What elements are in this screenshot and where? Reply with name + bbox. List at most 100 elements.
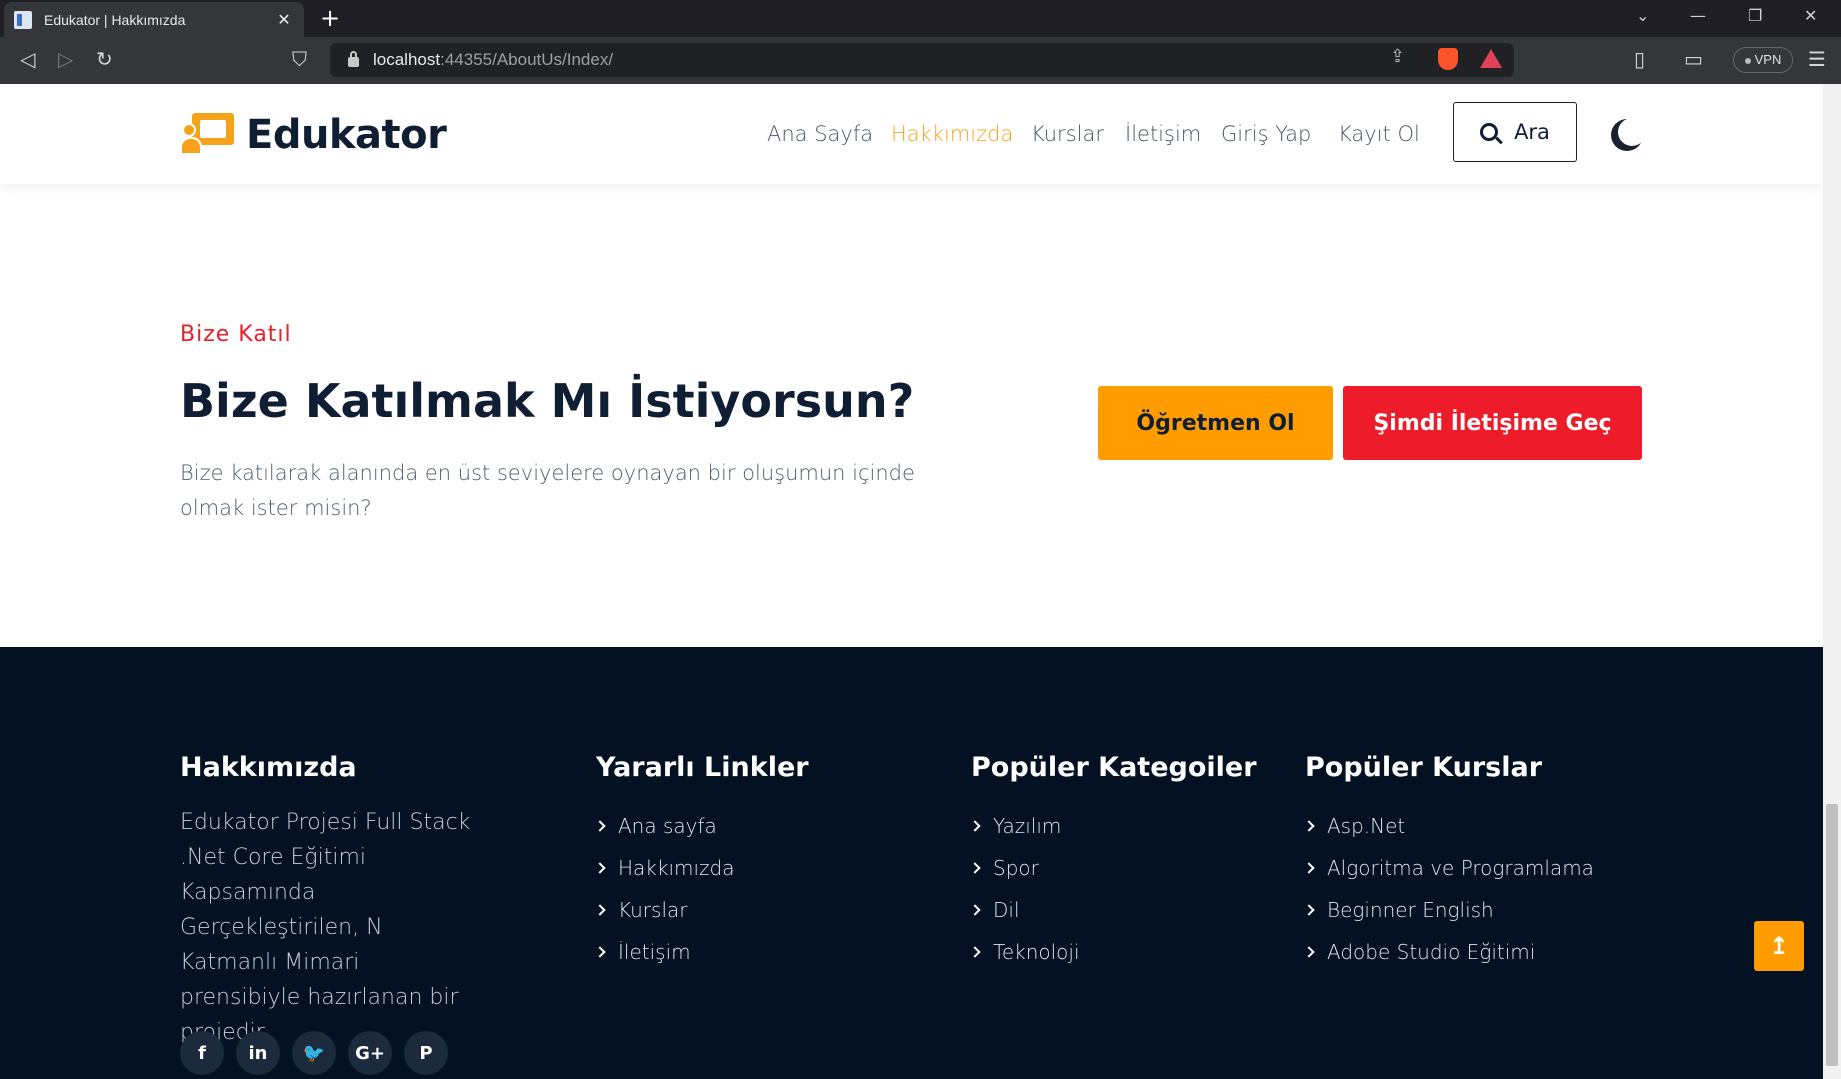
footer-courses-heading: Popüler Kurslar xyxy=(1305,752,1543,783)
footer-category-link[interactable]: Yazılım xyxy=(969,805,1257,847)
chevron-right-icon xyxy=(969,820,981,832)
share-icon[interactable]: ⇪ xyxy=(1390,46,1405,67)
url-host: localhost xyxy=(373,50,441,69)
scroll-to-top-button[interactable]: ↥ xyxy=(1754,921,1804,971)
footer-category-label: Spor xyxy=(993,856,1039,880)
join-description: Bize katılarak alanında en üst seviyeler… xyxy=(180,461,915,520)
brave-rewards-icon[interactable] xyxy=(1480,49,1502,68)
browser-tab[interactable]: Edukator | Hakkımızda ✕ xyxy=(4,2,304,37)
chevron-right-icon xyxy=(594,820,606,832)
site-logo[interactable]: Edukator xyxy=(180,112,447,158)
pinterest-icon[interactable]: P xyxy=(404,1031,448,1075)
vpn-button[interactable]: VPN xyxy=(1733,47,1793,73)
chevron-right-icon xyxy=(1303,946,1315,958)
wallet-icon[interactable]: ▭ xyxy=(1684,47,1703,71)
nav-home[interactable]: Ana Sayfa xyxy=(767,122,873,146)
facebook-icon[interactable]: f xyxy=(180,1031,224,1075)
address-bar-row: ◁ ▷ ↻ ⛉ localhost:44355/AboutUs/Index/ ⇪… xyxy=(0,37,1841,84)
nav-contact[interactable]: İletişim xyxy=(1125,122,1201,146)
vpn-label: VPN xyxy=(1754,52,1782,67)
footer-link[interactable]: İletişim xyxy=(594,931,809,973)
footer-link-label: İletişim xyxy=(618,940,691,964)
chevron-right-icon xyxy=(969,904,981,916)
tab-title: Edukator | Hakkımızda xyxy=(44,11,186,28)
site-header: Edukator Ana Sayfa Hakkımızda Kurslar İl… xyxy=(0,84,1823,184)
twitter-icon[interactable]: 🐦 xyxy=(292,1031,336,1075)
search-label: Ara xyxy=(1514,120,1550,144)
footer-useful-links: Yararlı Linkler Ana sayfa Hakkımızda Kur… xyxy=(594,752,809,973)
browser-tab-bar: Edukator | Hakkımızda ✕ + ⌄ — ❐ ✕ xyxy=(0,0,1841,37)
footer-course-label: Asp.Net xyxy=(1327,814,1406,838)
search-button[interactable]: Ara xyxy=(1453,102,1577,162)
footer-link-label: Hakkımızda xyxy=(618,856,735,880)
join-title: Bize Katılmak Mı İstiyorsun? xyxy=(180,374,915,428)
chevron-right-icon xyxy=(1303,862,1315,874)
bookmark-icon[interactable]: ⛉ xyxy=(292,47,307,71)
footer-links-heading: Yararlı Linkler xyxy=(596,752,809,783)
minimize-icon[interactable]: — xyxy=(1690,6,1706,25)
dark-mode-toggle-icon[interactable] xyxy=(1618,118,1646,146)
chevron-right-icon xyxy=(969,946,981,958)
new-tab-icon[interactable]: + xyxy=(320,4,340,32)
page-viewport: Edukator Ana Sayfa Hakkımızda Kurslar İl… xyxy=(0,84,1823,1079)
footer-category-link[interactable]: Spor xyxy=(969,847,1257,889)
social-links: f in 🐦 G+ P xyxy=(180,1031,460,1075)
nav-courses[interactable]: Kurslar xyxy=(1031,122,1104,146)
chevron-right-icon xyxy=(594,904,606,916)
join-eyebrow: Bize Katıl xyxy=(180,322,292,347)
footer-category-label: Teknoloji xyxy=(993,940,1080,964)
contact-now-button[interactable]: Şimdi İletişime Geç xyxy=(1343,386,1642,460)
footer-about-text: Edukator Projesi Full Stack .Net Core Eğ… xyxy=(180,810,471,1045)
nav-about[interactable]: Hakkımızda xyxy=(891,122,1013,146)
footer-course-link[interactable]: Beginner English xyxy=(1303,889,1594,931)
footer-course-link[interactable]: Asp.Net xyxy=(1303,805,1594,847)
sidebar-toggle-icon[interactable]: ▯ xyxy=(1634,47,1645,71)
nav-register[interactable]: Kayıt Ol xyxy=(1338,122,1420,146)
brave-shields-icon[interactable] xyxy=(1438,48,1458,70)
reload-icon[interactable]: ↻ xyxy=(96,47,113,71)
back-icon[interactable]: ◁ xyxy=(20,47,35,71)
forward-icon[interactable]: ▷ xyxy=(58,47,73,71)
linkedin-icon[interactable]: in xyxy=(236,1031,280,1075)
site-footer: Hakkımızda Edukator Projesi Full Stack .… xyxy=(0,647,1823,1079)
footer-link-label: Kurslar xyxy=(618,898,688,922)
footer-about: Hakkımızda Edukator Projesi Full Stack .… xyxy=(180,752,480,1050)
footer-popular-categories: Popüler Kategoiler Yazılım Spor Dil Tekn… xyxy=(969,752,1257,973)
google-plus-icon[interactable]: G+ xyxy=(348,1031,392,1075)
nav-login[interactable]: Giriş Yap xyxy=(1221,122,1311,146)
scrollbar-thumb[interactable] xyxy=(1826,804,1838,1066)
footer-course-label: Algoritma ve Programlama xyxy=(1327,856,1594,880)
footer-link[interactable]: Ana sayfa xyxy=(594,805,809,847)
footer-about-heading: Hakkımızda xyxy=(180,752,357,783)
menu-icon[interactable]: ☰ xyxy=(1808,47,1826,71)
chevron-right-icon xyxy=(969,862,981,874)
footer-course-label: Adobe Studio Eğitimi xyxy=(1327,940,1536,964)
chevron-right-icon xyxy=(594,862,606,874)
teacher-board-icon xyxy=(180,113,236,157)
window-close-icon[interactable]: ✕ xyxy=(1804,6,1817,25)
lock-icon xyxy=(348,51,359,67)
footer-course-link[interactable]: Adobe Studio Eğitimi xyxy=(1303,931,1594,973)
close-tab-icon[interactable]: ✕ xyxy=(274,10,294,29)
page-favicon-icon xyxy=(14,10,32,29)
chevron-right-icon xyxy=(1303,820,1315,832)
chevron-right-icon xyxy=(594,946,606,958)
footer-category-label: Yazılım xyxy=(993,814,1062,838)
chevron-right-icon xyxy=(1303,904,1315,916)
footer-link-label: Ana sayfa xyxy=(618,814,717,838)
become-teacher-button[interactable]: Öğretmen Ol xyxy=(1098,386,1333,460)
footer-course-link[interactable]: Algoritma ve Programlama xyxy=(1303,847,1594,889)
footer-categories-heading: Popüler Kategoiler xyxy=(971,752,1257,783)
footer-category-link[interactable]: Teknoloji xyxy=(969,931,1257,973)
footer-category-label: Dil xyxy=(993,898,1020,922)
footer-popular-courses: Popüler Kurslar Asp.Net Algoritma ve Pro… xyxy=(1303,752,1594,973)
footer-category-link[interactable]: Dil xyxy=(969,889,1257,931)
footer-link[interactable]: Kurslar xyxy=(594,889,809,931)
footer-link[interactable]: Hakkımızda xyxy=(594,847,809,889)
footer-course-label: Beginner English xyxy=(1327,898,1494,922)
restore-icon[interactable]: ❐ xyxy=(1748,6,1762,25)
url-field[interactable]: localhost:44355/AboutUs/Index/ xyxy=(330,43,1514,77)
page-scrollbar[interactable] xyxy=(1823,84,1841,1079)
search-icon xyxy=(1480,123,1499,141)
tab-search-icon[interactable]: ⌄ xyxy=(1636,6,1649,25)
